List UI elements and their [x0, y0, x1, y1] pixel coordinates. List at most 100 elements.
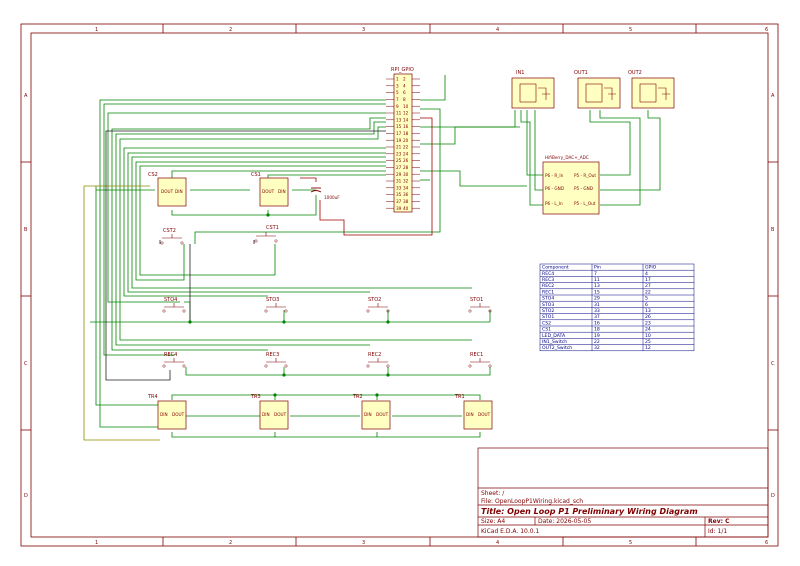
switch-cst1: CST1 — [254, 225, 279, 243]
rpi-pin-number: 23 — [396, 151, 402, 156]
switch-rec1: REC1 — [468, 352, 492, 368]
rpi-pin-number: 21 — [396, 145, 402, 150]
table-cell: 24 — [645, 327, 651, 333]
tr-label: TR4 — [147, 394, 158, 400]
switch-rec2: REC2 — [366, 352, 390, 368]
row-label: C — [771, 361, 775, 367]
ic-pin: DIN — [262, 412, 270, 417]
table-cell: STO4 — [542, 296, 554, 302]
table-cell: 23 — [645, 320, 651, 326]
table-cell: 12 — [645, 345, 651, 351]
rpi-pin-number: 29 — [396, 172, 402, 177]
rpi-pin-number: 18 — [403, 131, 409, 136]
rpi-pin-number: 27 — [396, 165, 402, 170]
rpi-pin-number: 3 — [396, 83, 399, 88]
switch-sto2: STO2 — [366, 297, 390, 313]
switch-cst2: CST2 — [160, 228, 184, 245]
wires — [90, 75, 661, 438]
title-block: Sheet: / File: OpenLoopP1Wiring.kicad_sc… — [477, 447, 769, 538]
row-label: D — [24, 493, 28, 499]
table-cell: 13 — [645, 308, 651, 314]
rpi-pin-number: 36 — [403, 192, 409, 197]
rpi-pin-number: 40 — [403, 206, 409, 211]
table-cell: 25 — [645, 339, 651, 345]
switch-sto3: STO3 — [264, 297, 288, 313]
rpi-pin-number: 2 — [403, 77, 406, 82]
row-label: A — [24, 93, 28, 99]
led-tr1: TR1 DIN DOUT — [454, 394, 493, 430]
sto-label: STO4 — [164, 297, 177, 303]
dac-pin: P6 - GND — [545, 186, 564, 191]
cs2-label: CS2 — [148, 172, 158, 178]
switch-sto4: STO4 — [162, 297, 186, 313]
sto-label: STO3 — [266, 297, 279, 303]
table-cell: 6 — [645, 302, 648, 308]
tb-id: Id: 1/1 — [708, 528, 727, 535]
ic-pin: DOUT — [478, 412, 491, 417]
table-cell: IN1_Switch — [542, 339, 567, 345]
col-label: 4 — [496, 27, 499, 33]
jack-out2-label: OUT2 — [628, 70, 642, 76]
table-cell: 16 — [594, 320, 600, 326]
rpi-pin-number: 15 — [396, 124, 402, 129]
table-cell: 22 — [594, 339, 600, 345]
rpi-gpio-header: RPI_GPIO 1357911131517192123252729313335… — [386, 67, 420, 213]
rpi-pin-number: 1 — [396, 77, 399, 82]
col-label: 3 — [362, 540, 365, 546]
table-cell: LED_DATA — [542, 333, 566, 339]
rpi-pin-number: 34 — [403, 185, 409, 190]
switch-sto1: STO1 — [468, 297, 492, 313]
cst1-label: CST1 — [266, 225, 279, 231]
table-cell: 37 — [594, 314, 600, 320]
rpi-pin-number: 16 — [403, 124, 409, 129]
table-header-cell: GPIO — [645, 265, 657, 271]
table-cell: 29 — [594, 296, 600, 302]
table-header-cell: Pin — [594, 265, 601, 271]
rpi-pin-number: 38 — [403, 199, 409, 204]
schematic-sheet: 1 2 3 4 5 6 1 2 3 4 5 6 A B C D A B C D — [20, 23, 779, 547]
rpi-pin-number: 10 — [403, 104, 409, 109]
table-cell: 31 — [594, 302, 600, 308]
rpi-pin-number: 5 — [396, 90, 399, 95]
col-label: 6 — [765, 540, 768, 546]
dac-pin: P6 - L_In — [545, 201, 563, 206]
rpi-pin-number: 8 — [403, 97, 406, 102]
rpi-pin-number: 28 — [403, 165, 409, 170]
rpi-pin-number: 4 — [403, 83, 406, 88]
col-label: 6 — [765, 27, 768, 33]
table-cell: STO2 — [542, 308, 554, 314]
table-cell: STO3 — [542, 302, 554, 308]
rpi-pin-number: 9 — [396, 104, 399, 109]
rpi-pin-number: 12 — [403, 111, 409, 116]
table-cell: 32 — [594, 345, 600, 351]
hifiberry-dac: HifiBerry_DAC+_ADC P6 - R_In P6 - GND P6… — [542, 155, 600, 215]
table-cell: 22 — [645, 289, 651, 295]
rpi-pin-number: 13 — [396, 117, 402, 122]
table-cell: REC1 — [542, 289, 554, 295]
sto-label: STO2 — [368, 297, 381, 303]
led-tr4: TR4 DIN DOUT — [147, 394, 187, 430]
jack-out2: OUT2 — [628, 70, 675, 109]
ic-pin: DIN — [278, 189, 286, 194]
col-label: 5 — [629, 27, 632, 33]
rpi-pin-number: 7 — [396, 97, 399, 102]
rpi-pin-number: 11 — [396, 111, 402, 116]
jack-out1: OUT1 — [574, 70, 621, 109]
rpi-pin-number: 19 — [396, 138, 402, 143]
led-tr2: TR2 DIN DOUT — [352, 394, 391, 430]
tr-label: TR1 — [454, 394, 465, 400]
table-cell: CS1 — [542, 327, 551, 333]
led-tr3: TR3 DIN DOUT — [250, 394, 289, 430]
table-cell: 17 — [645, 277, 651, 283]
table-cell: REC3 — [542, 277, 554, 283]
dac-pin: P5 - GND — [574, 186, 593, 191]
rpi-pin-number: 26 — [403, 158, 409, 163]
rec-label: REC3 — [266, 352, 279, 358]
tb-sheet: Sheet: / — [481, 490, 505, 497]
table-header-cell: Component — [542, 265, 569, 271]
col-label: 5 — [629, 540, 632, 546]
ic-cs2: CS2 DOUT DIN — [148, 172, 187, 207]
table-cell: 19 — [594, 333, 600, 339]
rpi-pin-number: 31 — [396, 179, 402, 184]
rpi-pin-number: 17 — [396, 131, 402, 136]
